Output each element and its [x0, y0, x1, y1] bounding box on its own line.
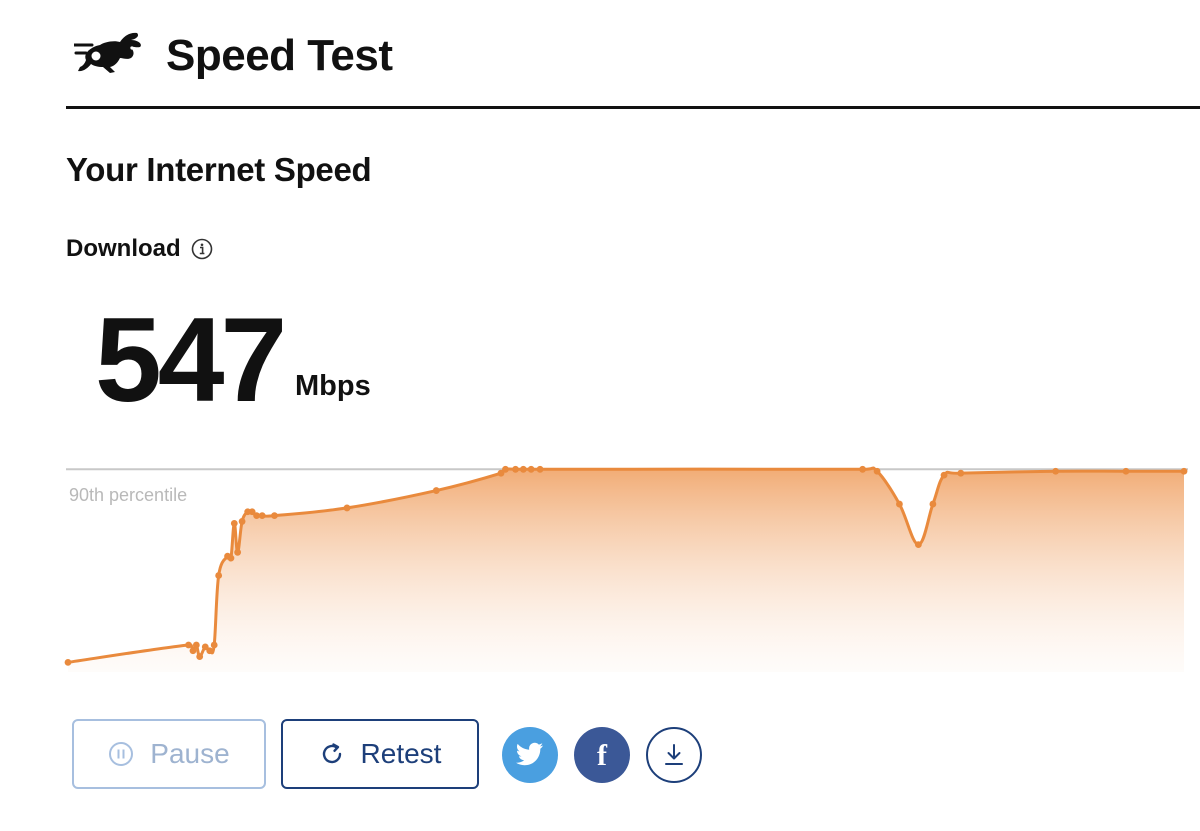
speed-data-point	[215, 572, 223, 579]
speed-data-point	[64, 658, 72, 666]
speed-data-point	[238, 518, 246, 525]
speed-data-point	[502, 465, 509, 473]
speed-data-point	[201, 643, 209, 651]
refresh-icon	[322, 743, 341, 764]
speed-data-point	[234, 548, 242, 556]
speed-data-point	[230, 519, 238, 527]
90th-percentile-label: 90th percentile	[69, 485, 187, 505]
speed-data-point	[258, 512, 266, 520]
speed-data-point	[1122, 467, 1130, 475]
share-twitter-button[interactable]	[502, 727, 558, 783]
speed-data-point	[519, 465, 527, 473]
twitter-icon	[515, 742, 543, 766]
speed-data-point	[896, 500, 903, 508]
speed-data-point	[527, 465, 535, 473]
speed-data-point	[1052, 467, 1060, 475]
speed-data-point	[343, 504, 351, 512]
rabbit-icon	[74, 32, 141, 73]
speed-data-point	[957, 469, 965, 477]
download-speed-unit: Mbps	[295, 370, 371, 402]
speed-data-point	[206, 647, 214, 655]
pause-button-label: Pause	[150, 738, 230, 769]
retest-button[interactable]: Retest	[281, 719, 479, 789]
share-facebook-button[interactable]: f	[574, 727, 630, 783]
speed-data-point	[497, 469, 505, 477]
speed-data-point	[1180, 467, 1188, 475]
download-results-button[interactable]	[646, 727, 702, 783]
speed-data-point	[432, 487, 440, 494]
speed-series-line	[66, 466, 1186, 664]
speed-data-point	[253, 512, 261, 520]
speed-data-point	[248, 508, 256, 516]
speed-data-point	[914, 541, 922, 548]
speed-data-point	[512, 465, 519, 473]
pause-circle-icon	[109, 742, 134, 766]
speed-data-point	[929, 500, 937, 508]
speed-data-point	[185, 641, 192, 649]
app-header: Speed Test	[0, 0, 1200, 110]
speed-data-points	[64, 465, 1188, 666]
download-metric-header: Download	[66, 234, 213, 264]
retest-button-label: Retest	[360, 738, 442, 769]
speed-data-point	[189, 647, 197, 655]
download-icon	[665, 744, 683, 765]
speed-data-point	[244, 508, 252, 516]
facebook-icon: f	[597, 739, 607, 772]
speed-data-point	[873, 467, 881, 475]
speed-data-point	[227, 554, 235, 562]
page-title: Your Internet Speed	[66, 151, 372, 188]
download-label: Download	[66, 235, 181, 262]
speed-area-fill	[68, 467, 1184, 672]
speed-data-point	[224, 552, 231, 560]
pause-button[interactable]: Pause	[72, 719, 266, 789]
speed-data-point	[196, 653, 204, 660]
download-speed-value: 547	[95, 293, 287, 427]
speed-data-point	[536, 465, 544, 473]
app-title: Speed Test	[166, 31, 393, 80]
speed-data-point	[940, 471, 948, 479]
speed-data-point	[192, 641, 200, 649]
speed-data-point	[271, 512, 278, 520]
info-icon[interactable]	[191, 238, 213, 260]
speed-data-point	[210, 641, 218, 649]
speed-data-point	[859, 465, 866, 473]
header-divider	[66, 106, 1200, 109]
